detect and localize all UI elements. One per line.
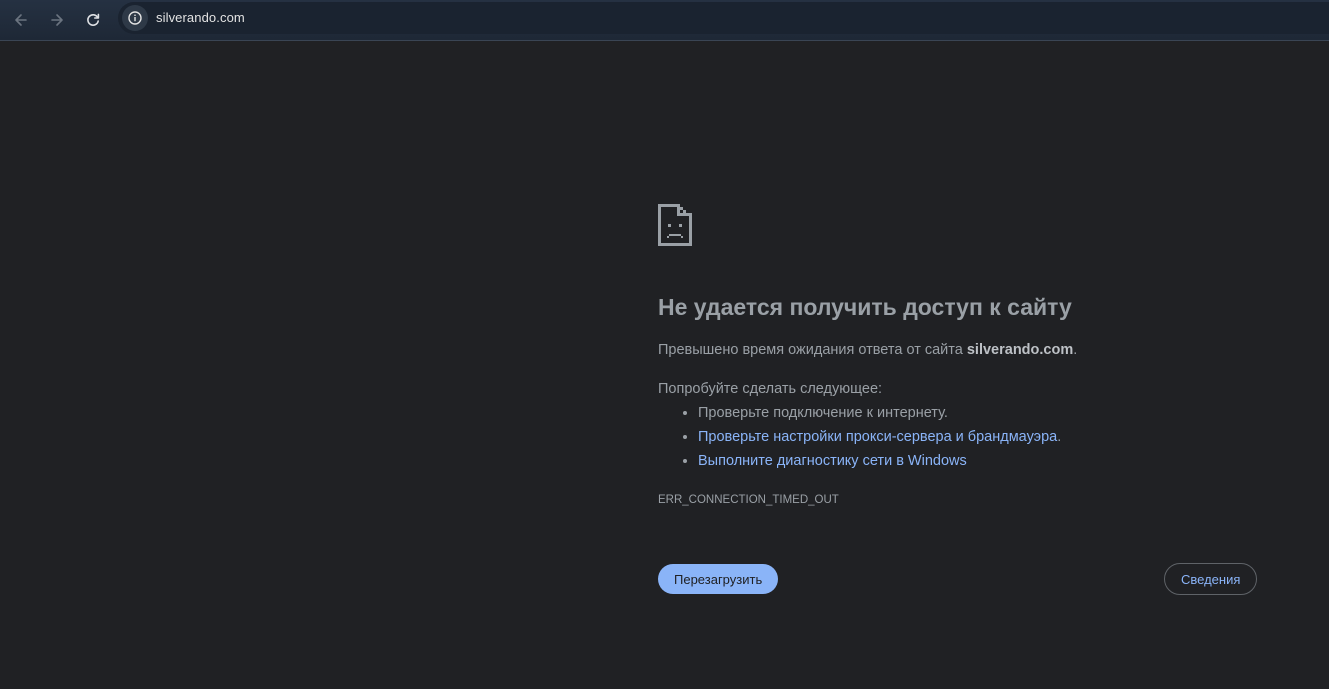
browser-toolbar: silverando.com xyxy=(0,0,1329,41)
info-icon xyxy=(128,11,142,25)
site-info-button[interactable] xyxy=(122,5,148,31)
forward-button[interactable] xyxy=(43,6,71,34)
proxy-firewall-link[interactable]: Проверьте настройки прокси-сервера и бра… xyxy=(698,429,1057,445)
suggestion-check-connection: Проверьте подключение к интернету. xyxy=(698,405,948,421)
list-item: Проверьте настройки прокси-сервера и бра… xyxy=(698,428,1061,452)
summary-text: Превышено время ожидания ответа от сайта xyxy=(658,342,967,358)
url-text[interactable]: silverando.com xyxy=(156,10,245,25)
sad-page-icon xyxy=(658,204,692,246)
list-item: Выполните диагностику сети в Windows xyxy=(698,452,1061,476)
suggestions-list: Проверьте подключение к интернету. Прове… xyxy=(658,404,1061,476)
arrow-left-icon xyxy=(15,14,27,26)
summary-suffix: . xyxy=(1073,342,1078,358)
error-code: ERR_CONNECTION_TIMED_OUT xyxy=(658,494,839,506)
summary-host: silverando.com xyxy=(966,342,1074,358)
suggestion-suffix: . xyxy=(1057,429,1062,445)
reload-page-button[interactable]: Перезагрузить xyxy=(658,564,779,594)
list-item: Проверьте подключение к интернету. xyxy=(698,404,1061,428)
back-button[interactable] xyxy=(7,6,35,34)
address-bar[interactable]: silverando.com xyxy=(118,2,1329,34)
network-diagnostics-link[interactable]: Выполните диагностику сети в Windows xyxy=(698,453,967,469)
error-heading: Не удается получить доступ к сайту xyxy=(658,294,1072,320)
arrow-right-icon xyxy=(51,14,63,26)
reload-icon xyxy=(87,13,100,26)
reload-button[interactable] xyxy=(79,6,107,34)
details-button[interactable]: Сведения xyxy=(1164,563,1258,595)
suggestions-title: Попробуйте сделать следующее: xyxy=(658,381,883,397)
error-summary: Превышено время ожидания ответа от сайта… xyxy=(658,342,1077,358)
